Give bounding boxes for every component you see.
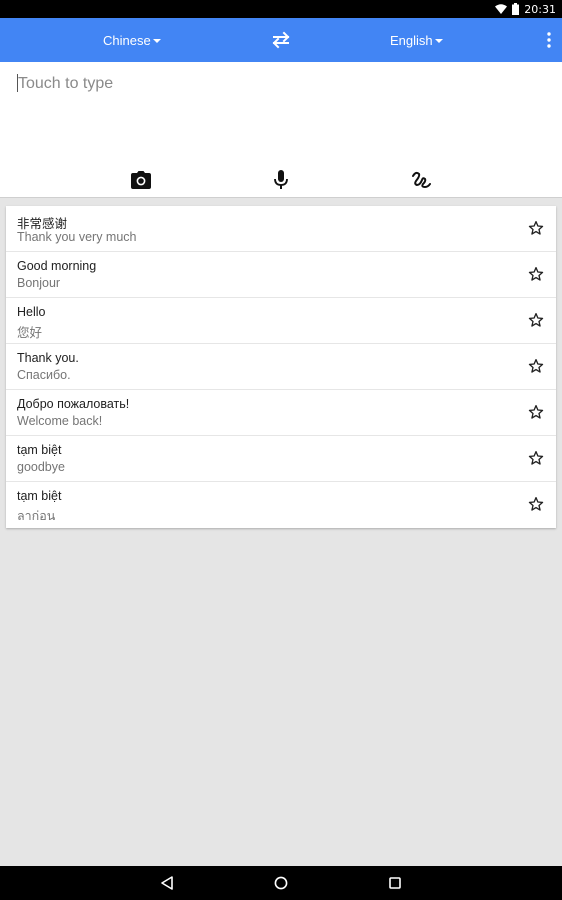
star-icon[interactable] <box>528 404 544 420</box>
star-icon[interactable] <box>528 312 544 328</box>
star-icon[interactable] <box>528 496 544 512</box>
star-icon[interactable] <box>528 266 544 282</box>
source-dropdown-caret-icon <box>152 38 161 43</box>
camera-button[interactable] <box>129 168 153 192</box>
text-cursor <box>17 74 18 92</box>
history-source-text: Good morning <box>17 259 97 273</box>
history-translation-text: goodbye <box>17 460 65 474</box>
recents-icon <box>389 877 401 889</box>
app-bar: Chinese English <box>0 18 562 62</box>
history-list: 非常感谢 Thank you very much Good morning Bo… <box>6 206 556 528</box>
history-item[interactable]: Hello 您好 <box>6 298 556 344</box>
history-source-text: Hello <box>17 305 46 319</box>
swap-arrows-icon <box>272 31 290 49</box>
star-icon[interactable] <box>528 450 544 466</box>
history-translation-text: 您好 <box>17 326 43 340</box>
history-item[interactable]: tạm biệt goodbye <box>6 436 556 482</box>
handwriting-icon <box>412 171 431 189</box>
input-panel <box>0 62 562 198</box>
back-icon <box>161 876 173 890</box>
source-language-label: Chinese <box>103 32 151 48</box>
voice-input-button[interactable] <box>269 168 293 192</box>
handwriting-button[interactable] <box>409 168 433 192</box>
history-source-text: Добро пожаловать! <box>17 397 130 411</box>
home-icon <box>274 876 288 890</box>
star-icon[interactable] <box>528 220 544 236</box>
history-translation-text: Thank you very much <box>17 230 137 244</box>
target-language-selector[interactable]: English <box>390 18 443 62</box>
history-translation-text: Welcome back! <box>17 414 103 428</box>
history-item[interactable]: tạm biệt ลาก่อน <box>6 482 556 528</box>
status-time: 20:31 <box>524 2 556 16</box>
history-source-text: Thank you. <box>17 351 79 365</box>
source-language-selector[interactable]: Chinese <box>103 18 161 62</box>
target-language-label: English <box>390 32 433 48</box>
history-item[interactable]: Good morning Bonjour <box>6 252 556 298</box>
history-translation-text: Bonjour <box>17 276 61 290</box>
recents-button[interactable] <box>386 874 404 892</box>
star-icon[interactable] <box>528 358 544 374</box>
history-item[interactable]: Добро пожаловать! Welcome back! <box>6 390 556 436</box>
battery-icon <box>512 3 520 15</box>
target-dropdown-caret-icon <box>434 38 443 43</box>
camera-icon <box>131 171 151 189</box>
wifi-icon <box>495 4 508 14</box>
swap-languages-button[interactable] <box>270 30 292 50</box>
history-source-text: tạm biệt <box>17 489 62 503</box>
status-icons: 20:31 <box>495 0 556 18</box>
overflow-menu-button[interactable] <box>544 31 554 49</box>
more-vert-icon <box>547 32 551 48</box>
history-item[interactable]: 非常感谢 Thank you very much <box>6 206 556 252</box>
history-translation-text: Спасибо. <box>17 368 71 382</box>
status-bar: 20:31 <box>0 0 562 18</box>
translate-input[interactable] <box>17 72 537 96</box>
history-source-text: tạm biệt <box>17 443 62 457</box>
back-button[interactable] <box>158 874 176 892</box>
home-button[interactable] <box>272 874 290 892</box>
history-translation-text: ลาก่อน <box>17 509 56 523</box>
history-item[interactable]: Thank you. Спасибо. <box>6 344 556 390</box>
system-nav-bar <box>0 866 562 900</box>
microphone-icon <box>274 170 288 189</box>
